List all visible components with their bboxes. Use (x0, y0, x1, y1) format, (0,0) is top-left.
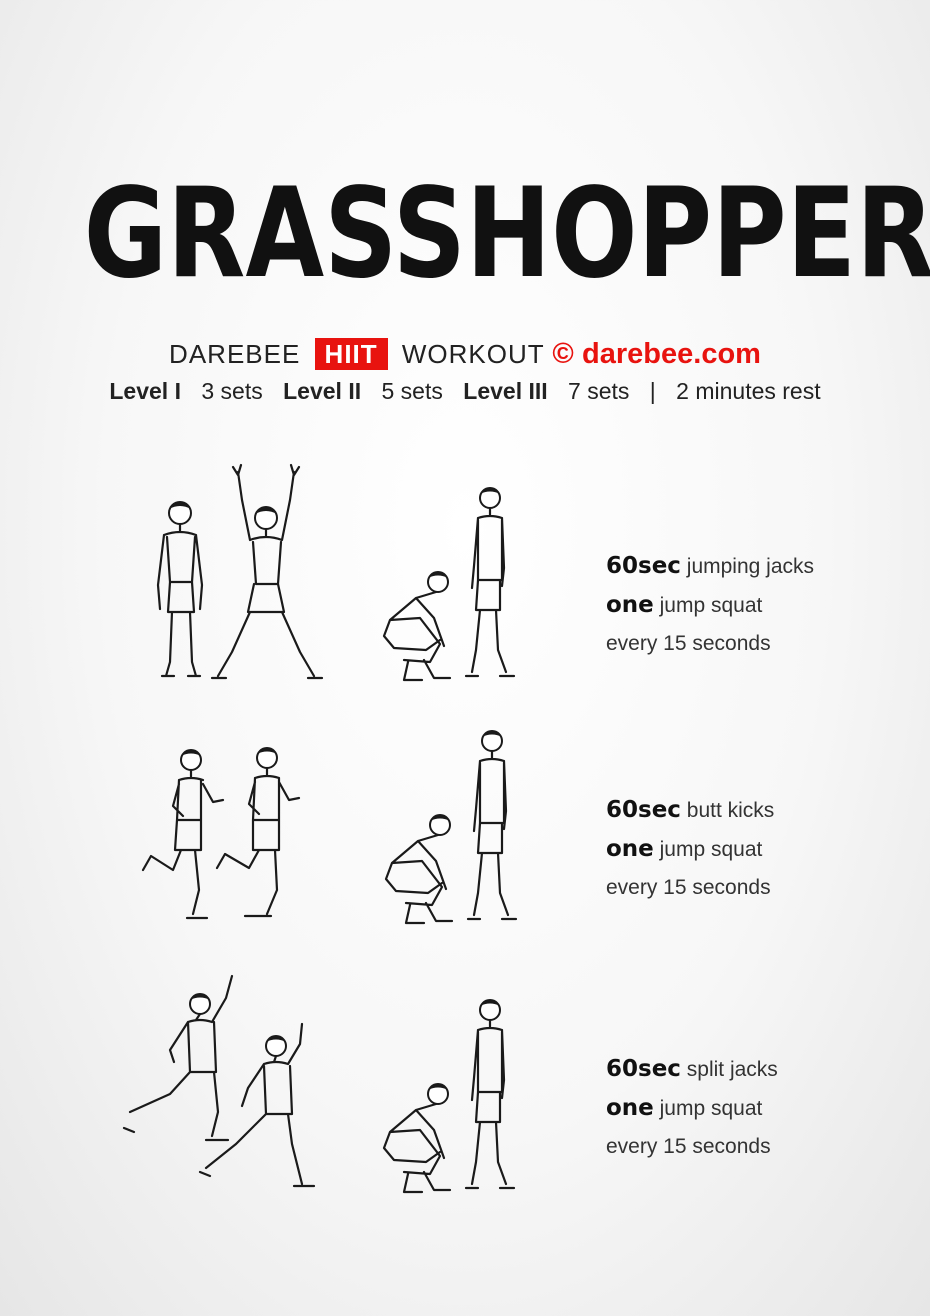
exercise-row-3: 60sec split jacks one jump squat every 1… (0, 968, 930, 1208)
jumping-jacks-illustration (156, 463, 324, 680)
count-1: one (606, 592, 654, 618)
exercise-row-2: 60sec butt kicks one jump squat every 15… (0, 715, 930, 955)
level3-label: Level III (463, 378, 548, 404)
split-jacks-illustration (122, 974, 316, 1188)
exercise-name-3: split jacks (686, 1058, 778, 1081)
site-link[interactable]: darebee.com (582, 338, 761, 370)
levels-line: Level I 3 sets Level II 5 sets Level III… (0, 378, 930, 405)
exercise-name-2: butt kicks (686, 799, 775, 822)
copyright-symbol: © (552, 338, 574, 370)
jump-squat-illustration-3 (382, 999, 516, 1194)
count-3: one (606, 1095, 654, 1121)
frequency-2: every 15 seconds (606, 876, 771, 899)
level1-label: Level I (109, 378, 181, 404)
exercise-row-1: 60sec jumping jacks one jump squat every… (0, 455, 930, 695)
brand-darebee: DAREBEE (169, 339, 301, 369)
frequency-3: every 15 seconds (606, 1135, 771, 1158)
duration-2: 60sec (606, 797, 681, 823)
count-2: one (606, 836, 654, 862)
move-2: jump squat (659, 838, 763, 861)
separator: | (649, 378, 656, 404)
brand-workout: WORKOUT (401, 339, 545, 369)
hiit-badge: HIIT (314, 338, 388, 370)
exercise-text-1: 60sec jumping jacks one jump squat every… (606, 547, 906, 663)
duration-3: 60sec (606, 1056, 681, 1082)
level1-sets: 3 sets (201, 378, 263, 404)
brand-line: DAREBEE HIIT WORKOUT © darebee.com (0, 338, 930, 371)
level2-sets: 5 sets (381, 378, 443, 404)
exercise-text-3: 60sec split jacks one jump squat every 1… (606, 1050, 906, 1166)
jump-squat-illustration (382, 487, 516, 682)
duration-1: 60sec (606, 553, 681, 579)
rest-time: 2 minutes rest (676, 378, 821, 404)
level2-label: Level II (283, 378, 362, 404)
butt-kicks-illustration (141, 747, 301, 920)
move-1: jump squat (659, 594, 763, 617)
frequency-1: every 15 seconds (606, 632, 771, 655)
exercise-name-1: jumping jacks (686, 555, 815, 578)
exercise-text-2: 60sec butt kicks one jump squat every 15… (606, 791, 906, 907)
move-3: jump squat (659, 1097, 763, 1120)
jump-squat-illustration-2 (384, 730, 518, 925)
workout-title: GRASSHOPPER (83, 162, 930, 306)
level3-sets: 7 sets (568, 378, 630, 404)
